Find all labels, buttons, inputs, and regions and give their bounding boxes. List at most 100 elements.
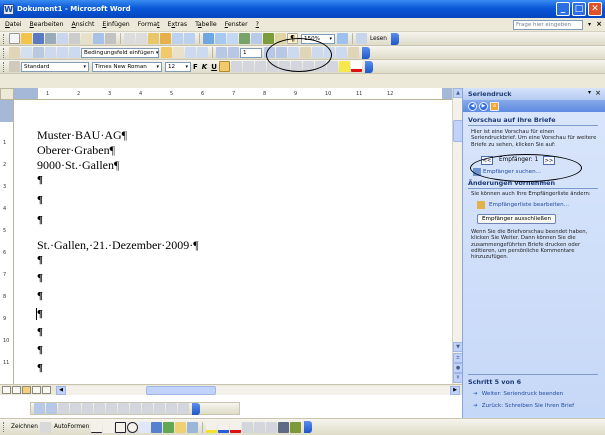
line-color-icon[interactable] bbox=[218, 421, 230, 433]
read-mode-icon[interactable] bbox=[356, 33, 367, 44]
paste-icon[interactable] bbox=[148, 33, 159, 44]
normal-view-icon[interactable] bbox=[2, 386, 11, 394]
find-entry-icon[interactable] bbox=[288, 47, 299, 58]
match-fields-icon[interactable] bbox=[185, 47, 196, 58]
close-button[interactable]: ✕ bbox=[588, 2, 602, 16]
last-record-icon[interactable] bbox=[276, 47, 287, 58]
sort-descending-icon[interactable] bbox=[166, 403, 177, 414]
vertical-ruler[interactable]: 1 2 3 4 5 6 7 8 9 10 11 bbox=[0, 100, 14, 384]
tab-selector[interactable] bbox=[0, 88, 14, 100]
align-right-icon[interactable] bbox=[242, 61, 254, 72]
print-icon[interactable] bbox=[69, 33, 80, 44]
toolbar-grip[interactable] bbox=[3, 61, 6, 72]
insert-field-icon[interactable] bbox=[106, 403, 117, 414]
format-painter-icon[interactable] bbox=[160, 33, 171, 44]
spelling-icon[interactable] bbox=[93, 33, 104, 44]
italic-button[interactable]: K bbox=[202, 63, 207, 71]
exclude-recipient-button[interactable]: Empfänger ausschließen bbox=[477, 214, 557, 224]
redo-icon[interactable] bbox=[184, 33, 195, 44]
horizontal-scrollbar[interactable]: ◀ ▶ bbox=[56, 385, 460, 395]
merge-to-printer-icon[interactable] bbox=[324, 47, 335, 58]
reading-view-icon[interactable] bbox=[42, 386, 51, 394]
insert-excel-icon[interactable] bbox=[239, 33, 250, 44]
menu-fenster[interactable]: Fenster bbox=[225, 21, 248, 28]
first-record-icon[interactable] bbox=[216, 47, 227, 58]
open-data-source-icon[interactable] bbox=[21, 47, 32, 58]
rectangle-icon[interactable] bbox=[115, 421, 127, 433]
insert-rows-icon[interactable] bbox=[130, 403, 141, 414]
zoom-select[interactable]: 150% ▾ bbox=[301, 33, 335, 44]
print-preview-icon[interactable] bbox=[81, 33, 92, 44]
table-icon[interactable] bbox=[94, 403, 105, 414]
permission-icon[interactable] bbox=[45, 33, 56, 44]
scroll-left-icon[interactable]: ◀ bbox=[56, 385, 66, 395]
draw-menu-button[interactable]: Zeichnen bbox=[11, 424, 38, 430]
align-left-icon[interactable] bbox=[218, 61, 230, 72]
minimize-button[interactable]: _ bbox=[556, 2, 570, 16]
clip-art-icon[interactable] bbox=[175, 421, 187, 433]
style-select[interactable]: Standard ▾ bbox=[21, 61, 89, 72]
line-icon[interactable] bbox=[91, 421, 103, 433]
help-icon[interactable] bbox=[337, 33, 348, 44]
line-style-icon[interactable] bbox=[242, 421, 254, 433]
record-number-input[interactable]: 1 bbox=[240, 47, 262, 58]
previous-record-icon[interactable] bbox=[228, 47, 239, 58]
menu-format[interactable]: Format bbox=[138, 21, 160, 28]
decrease-indent-icon[interactable] bbox=[302, 61, 314, 72]
next-step-link[interactable]: ➜ Weiter: Seriendruck beenden bbox=[473, 391, 563, 397]
web-layout-icon[interactable] bbox=[12, 386, 21, 394]
underline-button[interactable]: U bbox=[211, 63, 217, 71]
merge-to-fax-icon[interactable] bbox=[348, 47, 359, 58]
toolbar-options-icon[interactable] bbox=[192, 402, 200, 415]
edit-recipient-list-link[interactable]: Empfängerliste bearbeiten... bbox=[489, 202, 569, 208]
recipients-icon[interactable] bbox=[33, 47, 44, 58]
propagate-labels-icon[interactable] bbox=[197, 47, 208, 58]
word-app-icon[interactable]: W bbox=[3, 3, 14, 15]
wordart-icon[interactable] bbox=[151, 421, 163, 433]
help-search-input[interactable]: Frage hier eingeben bbox=[513, 20, 583, 30]
tables-borders-icon[interactable] bbox=[215, 33, 226, 44]
shadow-style-icon[interactable] bbox=[278, 421, 290, 433]
horizontal-ruler[interactable]: 1 2 3 4 5 6 7 8 9 10 11 12 bbox=[14, 88, 452, 100]
read-mode-button[interactable]: Lesen bbox=[370, 36, 387, 42]
insert-table-icon[interactable] bbox=[227, 33, 238, 44]
picture-icon[interactable] bbox=[187, 421, 199, 433]
autoshapes-menu-button[interactable]: AutoFormen bbox=[54, 424, 89, 430]
text-box-icon[interactable] bbox=[139, 421, 151, 433]
back-icon[interactable]: ◀ bbox=[468, 101, 477, 111]
styles-formatting-icon[interactable] bbox=[9, 61, 20, 72]
next-recipient-button[interactable]: >> bbox=[543, 156, 555, 165]
document-area[interactable]: Muster·BAU·AG¶ Oberer·Graben¶ 9000·St.·G… bbox=[14, 100, 452, 384]
hyperlink-icon[interactable] bbox=[203, 33, 214, 44]
oval-icon[interactable] bbox=[127, 421, 139, 433]
arrow-icon[interactable] bbox=[103, 421, 115, 433]
email-icon[interactable] bbox=[57, 33, 68, 44]
align-center-icon[interactable] bbox=[230, 61, 242, 72]
research-icon[interactable] bbox=[105, 33, 116, 44]
increase-indent-icon[interactable] bbox=[314, 61, 326, 72]
new-document-icon[interactable] bbox=[9, 33, 20, 44]
previous-record-icon[interactable] bbox=[46, 403, 57, 414]
drawing-icon[interactable] bbox=[263, 33, 274, 44]
check-errors-icon[interactable] bbox=[300, 47, 311, 58]
find-recipient-link[interactable]: Empfänger suchen... bbox=[483, 169, 541, 175]
insert-address-block-icon[interactable] bbox=[45, 47, 56, 58]
highlight-fields-icon[interactable] bbox=[173, 47, 184, 58]
view-merged-data-icon[interactable] bbox=[161, 47, 172, 58]
menu-datei[interactable]: Datei bbox=[5, 21, 22, 28]
toolbar-grip[interactable] bbox=[3, 33, 6, 44]
font-size-select[interactable]: 12 ▾ bbox=[165, 61, 191, 72]
task-pane-title[interactable]: Seriendruck bbox=[468, 90, 511, 98]
toolbar-grip[interactable] bbox=[3, 422, 6, 432]
chevron-down-icon[interactable]: ▾ bbox=[588, 89, 591, 96]
chevron-down-icon[interactable]: ▾ bbox=[588, 21, 591, 28]
arrow-style-icon[interactable] bbox=[266, 421, 278, 433]
bullets-icon[interactable] bbox=[290, 61, 302, 72]
dash-style-icon[interactable] bbox=[254, 421, 266, 433]
menu-extras[interactable]: Extras bbox=[168, 21, 188, 28]
menu-tabelle[interactable]: Tabelle bbox=[195, 21, 217, 28]
merge-to-document-icon[interactable] bbox=[312, 47, 323, 58]
merge-to-email-icon[interactable] bbox=[336, 47, 347, 58]
forward-icon[interactable]: ▶ bbox=[479, 101, 488, 111]
main-document-setup-icon[interactable] bbox=[9, 47, 20, 58]
